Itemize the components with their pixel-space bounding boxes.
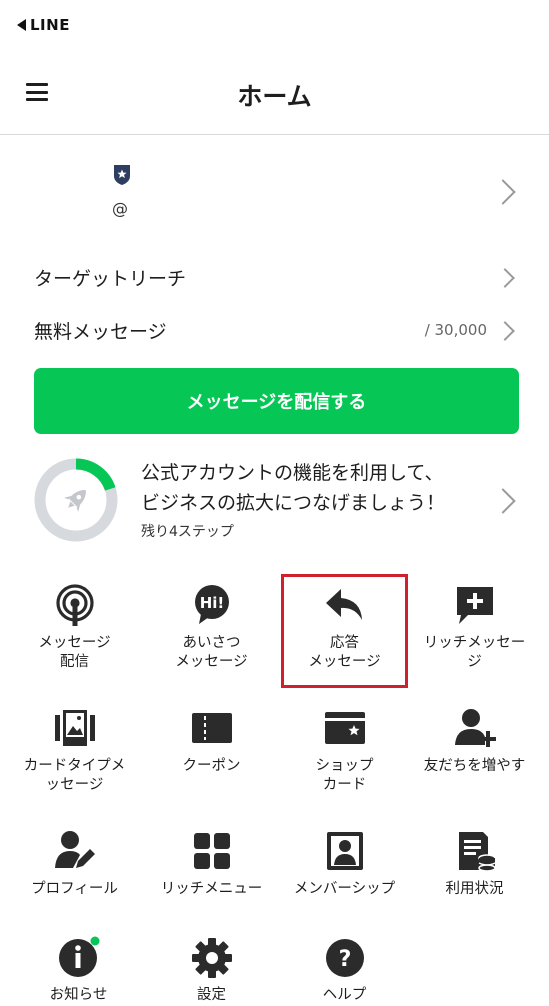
tile-greeting[interactable]: Hi! あいさつ メッセージ <box>143 570 280 690</box>
usage-report-icon <box>458 832 496 872</box>
free-message-label: 無料メッセージ <box>34 321 167 343</box>
highlight-box <box>281 574 408 688</box>
card-type-icon <box>54 710 95 746</box>
coupon-icon <box>191 713 232 743</box>
setup-progress-card[interactable]: 公式アカウントの機能を利用して、 ビジネスの拡大につなげましょう！ 残り4ステッ… <box>0 450 549 550</box>
account-chevron-icon <box>490 179 516 205</box>
tile-rich-message[interactable]: リッチメッセー ジ <box>406 570 543 690</box>
status-bar: LINE <box>0 0 549 50</box>
header: ホーム <box>0 55 549 135</box>
tile-shop-card[interactable]: ショップ カード <box>276 693 413 813</box>
tile-coupon[interactable]: クーポン <box>143 693 280 813</box>
account-id: @ <box>112 199 128 218</box>
tile-help[interactable]: ? ヘルプ <box>276 922 413 1006</box>
back-app-label: LINE <box>30 16 70 34</box>
greeting-hi-icon: Hi! <box>194 585 229 624</box>
tile-profile[interactable]: プロフィール <box>6 816 143 936</box>
target-reach-label: ターゲットリーチ <box>34 268 187 290</box>
tile-settings[interactable]: 設定 <box>143 922 280 1006</box>
info-icon <box>58 936 99 977</box>
progress-chevron-icon <box>490 488 516 514</box>
free-message-chevron-icon <box>495 321 515 341</box>
back-to-app-link[interactable]: LINE <box>17 16 70 34</box>
help-icon: ? <box>325 939 364 977</box>
shop-card-icon <box>324 712 365 744</box>
page-title: ホーム <box>237 82 312 111</box>
add-friend-icon <box>454 709 496 747</box>
unread-badge <box>90 936 99 946</box>
membership-icon <box>326 832 363 870</box>
broadcast-icon <box>55 584 94 626</box>
tile-card-message[interactable]: カードタイプメ ッセージ <box>6 693 143 813</box>
free-message-row[interactable]: 無料メッセージ / 30,000 <box>0 305 549 355</box>
progress-ring <box>34 458 118 542</box>
back-triangle-icon <box>17 19 26 31</box>
account-summary[interactable]: @ <box>0 155 549 230</box>
remaining-steps: 残り4ステップ <box>141 524 234 540</box>
svg-text:?: ? <box>338 947 351 972</box>
progress-title: 公式アカウントの機能を利用して、 ビジネスの拡大につなげましょう！ <box>141 462 446 514</box>
send-message-button[interactable]: メッセージを配信する <box>34 368 519 434</box>
verified-shield-icon <box>114 165 130 185</box>
tile-add-friends[interactable]: 友だちを増やす <box>406 693 543 813</box>
tile-broadcast[interactable]: メッセージ 配信 <box>6 570 143 690</box>
gear-icon <box>191 938 232 978</box>
tile-notices[interactable]: お知らせ <box>10 922 147 1006</box>
profile-edit-icon <box>54 831 95 868</box>
tile-usage[interactable]: 利用状況 <box>406 816 543 936</box>
rich-menu-icon <box>193 833 230 869</box>
target-reach-row[interactable]: ターゲットリーチ <box>0 252 549 302</box>
tile-rich-menu[interactable]: リッチメニュー <box>143 816 280 936</box>
target-reach-chevron-icon <box>495 268 515 288</box>
rich-message-icon <box>456 587 493 624</box>
rocket-icon <box>63 490 86 513</box>
tile-membership[interactable]: メンバーシップ <box>276 816 413 936</box>
svg-text:Hi!: Hi! <box>199 594 224 612</box>
free-message-quota: / 30,000 <box>424 321 487 339</box>
